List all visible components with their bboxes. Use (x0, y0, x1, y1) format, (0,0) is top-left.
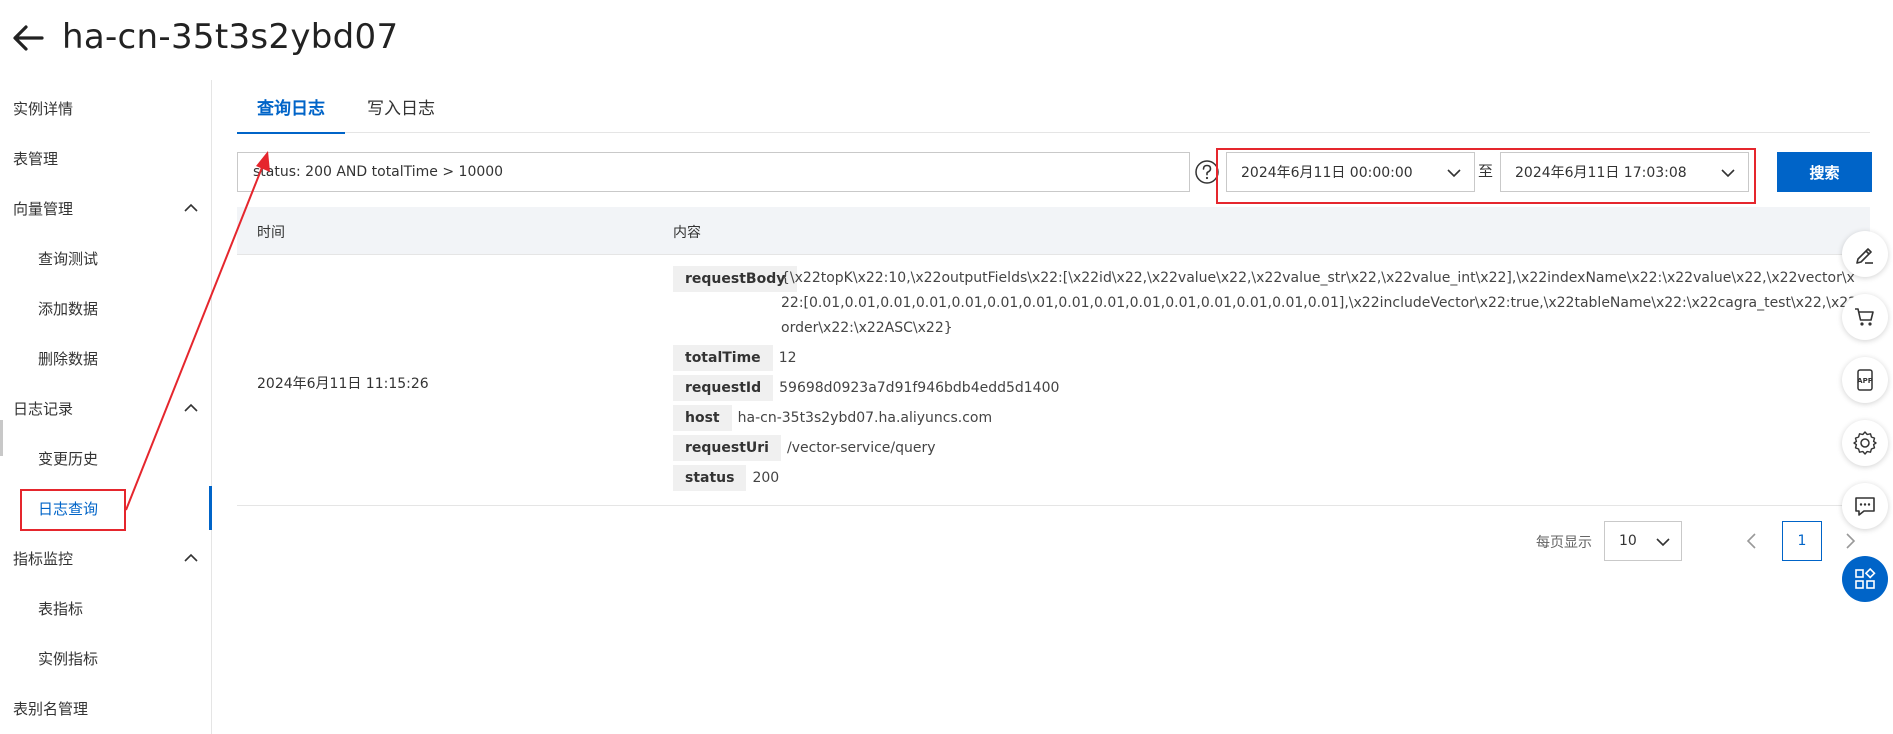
tab-write-log[interactable]: 写入日志 (367, 80, 435, 133)
sidebar-item-log-records[interactable]: 日志记录 (0, 386, 211, 430)
field-value: /vector-service/query (786, 440, 936, 456)
sidebar-item-label: 向量管理 (13, 199, 74, 218)
field-key: requestUri (673, 435, 781, 461)
field-key: requestBody (673, 266, 798, 292)
sidebar-item-label: 查询测试 (38, 249, 99, 268)
arrow-left-icon[interactable] (10, 20, 46, 56)
end-date-picker[interactable]: 2024年6月11日 17:03:08 (1500, 152, 1749, 192)
sidebar-item-label: 实例详情 (13, 99, 74, 118)
column-header-content: 内容 (673, 225, 701, 241)
sidebar-item-label: 日志记录 (13, 399, 74, 418)
sidebar-item-label: 表指标 (38, 599, 84, 618)
field-status: status 200 (673, 465, 785, 491)
sidebar-item-metrics-monitoring[interactable]: 指标监控 (0, 536, 211, 580)
field-value: 59698d0923a7d91f946bdb4edd5d1400 (779, 380, 1060, 396)
log-query-highlight (20, 489, 126, 531)
chat-icon (1855, 497, 1875, 516)
sidebar-item-label: 表管理 (13, 149, 59, 168)
date-range-separator: 至 (1478, 162, 1494, 180)
field-value: 200 (752, 470, 780, 486)
sidebar-item-delete-data[interactable]: 删除数据 (0, 336, 211, 380)
search-button[interactable]: 搜索 (1777, 152, 1872, 192)
page-size-select[interactable]: 10 (1604, 521, 1682, 561)
app-icon: APP (1857, 369, 1873, 391)
field-value: {\x22topK\x22:10,\x22outputFields\x22:[\… (781, 270, 1858, 336)
field-value: 12 (778, 350, 797, 366)
field-host: host ha-cn-35t3s2ybd07.ha.aliyuncs.com (673, 405, 998, 431)
chevron-down-icon (1721, 169, 1735, 178)
chevron-right-icon[interactable] (1840, 530, 1860, 552)
sidebar-item-instance-details[interactable]: 实例详情 (0, 86, 211, 130)
log-time: 2024年6月11日 11:15:26 (257, 376, 429, 392)
sidebar-item-label: 表别名管理 (13, 699, 89, 718)
active-indicator (209, 486, 212, 530)
field-request-uri: requestUri/vector-service/query (673, 435, 942, 461)
field-value: ha-cn-35t3s2ybd07.ha.aliyuncs.com (737, 410, 993, 426)
cart-icon (1855, 308, 1874, 326)
page-button-current[interactable]: 1 (1782, 521, 1822, 561)
page-title: ha-cn-35t3s2ybd07 (62, 17, 399, 57)
sidebar-item-label: 变更历史 (38, 449, 99, 468)
sidebar-item-label: 添加数据 (38, 299, 99, 318)
edit-icon (1856, 248, 1873, 264)
svg-text:APP: APP (1857, 377, 1873, 385)
apps-fab[interactable] (1842, 556, 1888, 602)
end-date-value: 2024年6月11日 17:03:08 (1515, 165, 1687, 181)
sidebar-item-add-data[interactable]: 添加数据 (0, 286, 211, 330)
sidebar-item-label: 实例指标 (38, 649, 99, 668)
sidebar-item-vector-management[interactable]: 向量管理 (0, 186, 211, 230)
log-tabs: 查询日志 写入日志 (237, 80, 1870, 134)
field-key: host (673, 405, 732, 431)
chevron-left-icon[interactable] (1742, 530, 1762, 552)
chevron-up-icon (184, 553, 198, 562)
sidebar-item-query-test[interactable]: 查询测试 (0, 236, 211, 280)
chevron-up-icon (184, 403, 198, 412)
field-key: requestId (673, 375, 774, 401)
sidebar-item-table-management[interactable]: 表管理 (0, 136, 211, 180)
app-fab[interactable]: APP (1842, 357, 1888, 403)
cart-fab[interactable] (1842, 294, 1888, 340)
sidebar-item-change-history[interactable]: 变更历史 (0, 436, 211, 480)
sidebar-item-instance-metrics[interactable]: 实例指标 (0, 636, 211, 680)
settings-fab[interactable] (1842, 420, 1888, 466)
field-request-id: requestId 59698d0923a7d91f946bdb4edd5d140… (673, 375, 1065, 401)
search-query-input[interactable] (237, 152, 1190, 192)
sidebar-item-label: 删除数据 (38, 349, 99, 368)
edit-fab[interactable] (1842, 231, 1888, 277)
page-size-label: 每页显示 (1536, 535, 1592, 551)
sidebar: 实例详情 表管理 向量管理 查询测试 添加数据 删除数据 日志记录 变更历史 日… (0, 80, 212, 734)
chat-fab[interactable] (1842, 483, 1888, 529)
sidebar-item-label: 指标监控 (13, 549, 74, 568)
sidebar-item-table-metrics[interactable]: 表指标 (0, 586, 211, 630)
chevron-up-icon (184, 203, 198, 212)
field-key: status (673, 465, 747, 491)
field-key: totalTime (673, 345, 773, 371)
sidebar-item-table-alias-management[interactable]: 表别名管理 (0, 686, 211, 730)
chevron-down-icon (1656, 538, 1670, 547)
table-row: 2024年6月11日 11:15:26 requestBody {\x22top… (237, 255, 1870, 506)
tab-query-log[interactable]: 查询日志 (237, 80, 345, 134)
start-date-picker[interactable]: 2024年6月11日 00:00:00 (1226, 152, 1475, 192)
settings-icon (1853, 431, 1877, 455)
page-size-value: 10 (1619, 533, 1637, 549)
field-total-time: totalTime 12 (673, 345, 803, 371)
chevron-down-icon (1447, 169, 1461, 178)
grid-apps-icon (1855, 567, 1876, 589)
table-header: 时间 内容 (237, 207, 1870, 255)
start-date-value: 2024年6月11日 00:00:00 (1241, 165, 1413, 181)
page-header: ha-cn-35t3s2ybd07 (0, 0, 1893, 78)
column-header-time: 时间 (257, 225, 285, 241)
